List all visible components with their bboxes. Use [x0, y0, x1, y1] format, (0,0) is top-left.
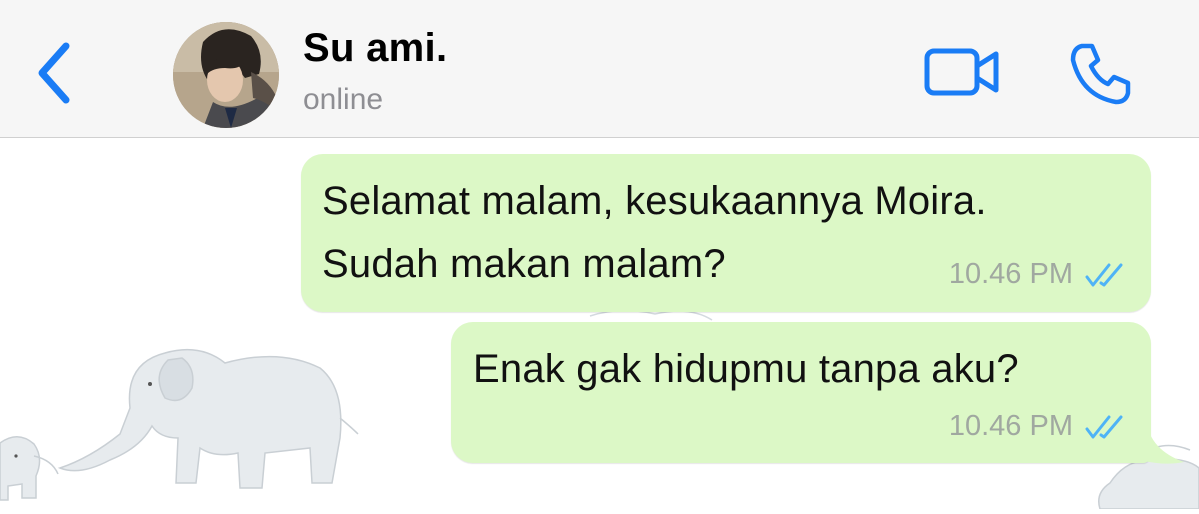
message-text: Selamat malam, kesukaannya Moira. Sudah …	[322, 179, 987, 286]
outgoing-message-bubble[interactable]: Selamat malam, kesukaannya Moira. Sudah …	[301, 154, 1151, 312]
contact-status: online	[303, 83, 384, 116]
video-call-button[interactable]	[922, 42, 1002, 102]
message-timestamp: 10.46 PM	[948, 258, 1073, 290]
chevron-left-icon	[38, 42, 70, 104]
avatar[interactable]	[173, 22, 279, 128]
phone-icon	[1070, 43, 1131, 105]
message-meta: 10.46 PM	[949, 258, 1129, 291]
message-text: Enak gak hidupmu tanpa aku?	[473, 347, 1019, 391]
message-meta: 10.46 PM	[949, 410, 1129, 443]
double-check-icon	[1085, 263, 1123, 286]
outgoing-message-bubble[interactable]: Enak gak hidupmu tanpa aku? 10.46 PM	[451, 322, 1151, 463]
contact-photo	[173, 22, 279, 128]
back-button[interactable]	[30, 38, 80, 108]
bubble-tail	[1140, 420, 1184, 464]
message-timestamp: 10.46 PM	[948, 410, 1073, 442]
voice-call-button[interactable]	[1068, 40, 1134, 106]
video-camera-icon	[924, 48, 999, 96]
double-check-icon	[1085, 415, 1123, 438]
contact-name[interactable]: Su ami.	[303, 26, 447, 71]
chat-header: Su ami. online	[0, 0, 1199, 138]
